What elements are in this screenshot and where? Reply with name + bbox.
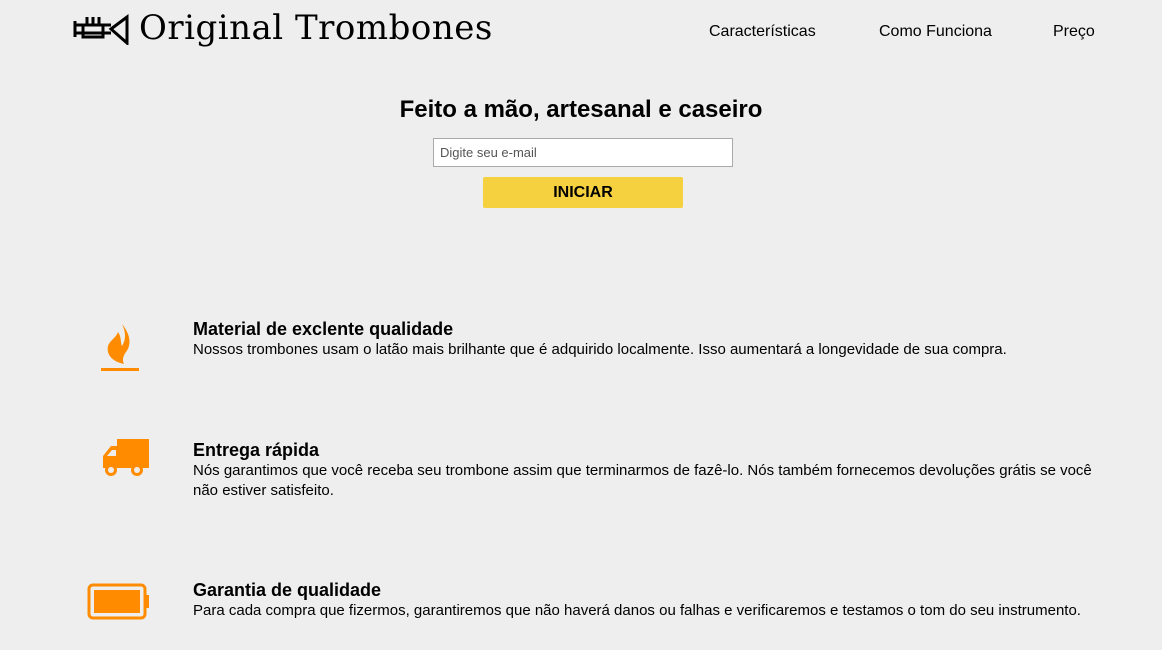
feature-title: Material de exclente qualidade	[193, 319, 454, 339]
hero-title: Feito a mão, artesanal e caseiro	[399, 96, 763, 123]
start-button[interactable]: INICIAR	[483, 177, 683, 208]
nav-preco[interactable]: Preço	[1053, 23, 1095, 41]
trumpet-icon	[73, 14, 129, 45]
brand-logo[interactable]: Original Trombones	[73, 8, 493, 48]
brand-name: Original Trombones	[139, 8, 493, 48]
nav-como-funciona[interactable]: Como Funciona	[879, 23, 992, 41]
feature-item: Material de exclente qualidade Nossos tr…	[193, 319, 1093, 360]
feature-text: Nossos trombones usam o latão mais brilh…	[193, 341, 1007, 358]
truck-icon	[103, 439, 149, 476]
nav-caracteristicas[interactable]: Características	[709, 23, 816, 41]
feature-title: Garantia de qualidade	[193, 580, 382, 600]
feature-text: Para cada compra que fizermos, garantire…	[193, 602, 1081, 619]
feature-text: Nós garantimos que você receba seu tromb…	[193, 462, 1092, 499]
feature-item: Entrega rápida Nós garantimos que você r…	[193, 440, 1093, 501]
fire-icon	[101, 324, 139, 371]
feature-item: Garantia de qualidade Para cada compra q…	[193, 580, 1093, 621]
email-input[interactable]	[433, 138, 733, 167]
feature-title: Entrega rápida	[193, 440, 320, 460]
battery-icon	[87, 583, 149, 620]
